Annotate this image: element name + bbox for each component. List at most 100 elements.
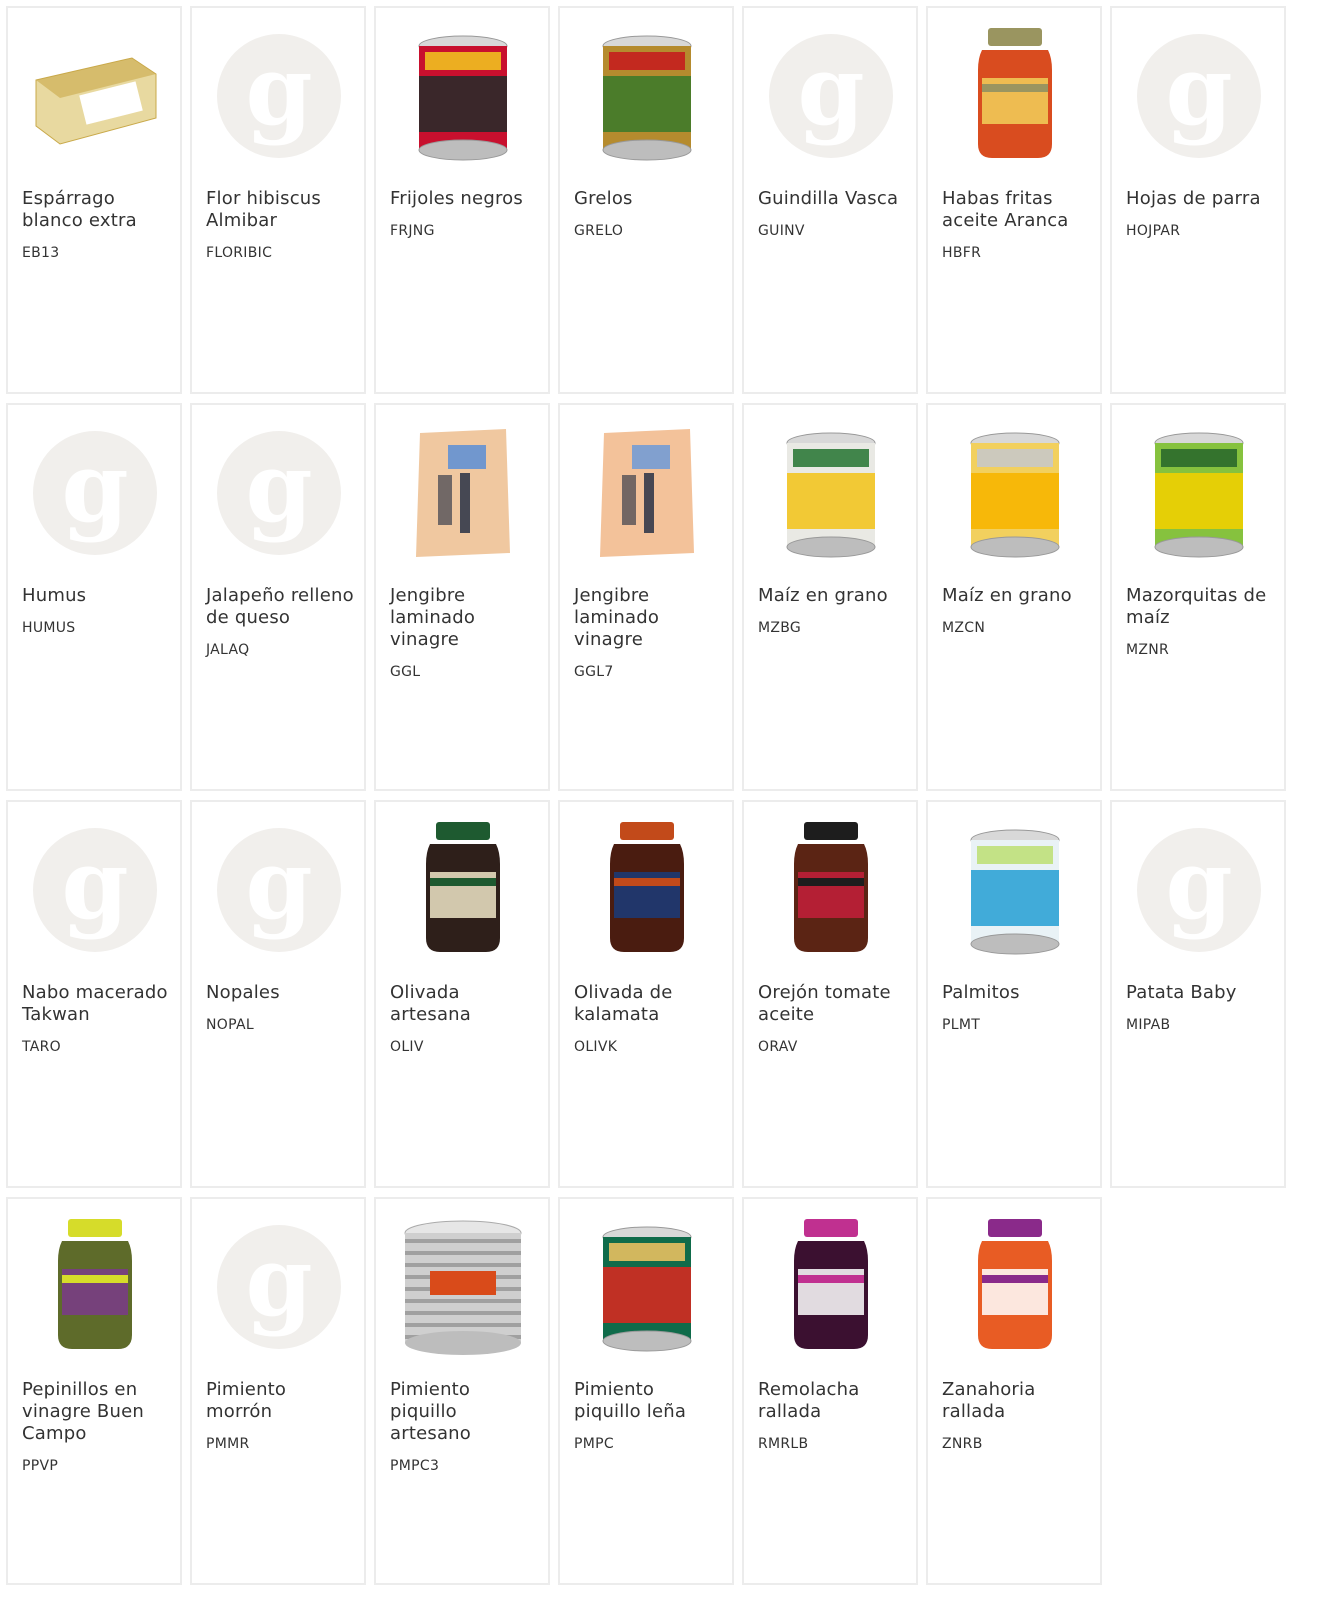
product-card-mznr[interactable]: Mazorquitas de maíz MZNR [1110,403,1286,791]
product-card-ggl[interactable]: Jengibre laminado vinagre GGL [374,403,550,791]
product-name[interactable]: Grelos GRELO [574,188,724,242]
product-name[interactable]: Maíz en grano MZBG [758,585,908,639]
product-card-pmpc3[interactable]: Pimiento piquillo artesano PMPC3 [374,1197,550,1585]
product-name-text[interactable]: Patata Baby [1126,982,1237,1003]
product-name[interactable]: Pimiento piquillo leña PMPC [574,1379,724,1455]
product-image[interactable]: g [206,415,352,570]
product-image[interactable] [1126,415,1272,570]
product-card-plmt[interactable]: Palmitos PLMT [926,800,1102,1188]
product-card-jalaq[interactable]: g Jalapeño relleno de queso JALAQ [190,403,366,791]
product-image[interactable] [574,1209,720,1364]
product-name[interactable]: Hojas de parra HOJPAR [1126,188,1276,242]
product-card-taro[interactable]: g Nabo macerado Takwan TARO [6,800,182,1188]
product-card-ggl7[interactable]: Jengibre laminado vinagre GGL7 [558,403,734,791]
product-image[interactable]: g [22,415,168,570]
product-name-text[interactable]: Jalapeño relleno de queso [206,585,354,628]
product-card-orav[interactable]: Orejón tomate aceite ORAV [742,800,918,1188]
product-image[interactable]: g [758,18,904,173]
product-name-text[interactable]: Humus [22,585,86,606]
product-name[interactable]: Orejón tomate aceite ORAV [758,982,908,1058]
product-image[interactable] [390,18,536,173]
product-name[interactable]: Frijoles negros FRJNG [390,188,540,242]
product-name[interactable]: Remolacha rallada RMRLB [758,1379,908,1455]
product-name-text[interactable]: Olivada de kalamata [574,982,673,1025]
product-card-ppvp[interactable]: Pepinillos en vinagre Buen Campo PPVP [6,1197,182,1585]
product-card-mipab[interactable]: g Patata Baby MIPAB [1110,800,1286,1188]
product-name-text[interactable]: Pepinillos en vinagre Buen Campo [22,1379,144,1444]
product-name[interactable]: Zanahoria rallada ZNRB [942,1379,1092,1455]
product-card-olivk[interactable]: Olivada de kalamata OLIVK [558,800,734,1188]
product-image[interactable]: g [206,1209,352,1364]
product-name-text[interactable]: Jengibre laminado vinagre [574,585,659,650]
product-card-oliv[interactable]: Olivada artesana OLIV [374,800,550,1188]
product-name[interactable]: Espárrago blanco extra EB13 [22,188,172,264]
product-name[interactable]: Jalapeño relleno de queso JALAQ [206,585,356,661]
product-card-frjng[interactable]: Frijoles negros FRJNG [374,6,550,394]
product-name-text[interactable]: Pimiento piquillo leña [574,1379,686,1422]
product-name-text[interactable]: Remolacha rallada [758,1379,860,1422]
product-card-mzbg[interactable]: Maíz en grano MZBG [742,403,918,791]
product-name-text[interactable]: Jengibre laminado vinagre [390,585,475,650]
product-name-text[interactable]: Espárrago blanco extra [22,188,137,231]
product-image[interactable] [942,1209,1088,1364]
product-image[interactable]: g [1126,812,1272,967]
product-name-text[interactable]: Guindilla Vasca [758,188,898,209]
product-card-rmrlb[interactable]: Remolacha rallada RMRLB [742,1197,918,1585]
product-image[interactable]: g [206,18,352,173]
product-name-text[interactable]: Maíz en grano [942,585,1072,606]
product-name[interactable]: Jengibre laminado vinagre GGL [390,585,540,683]
product-name[interactable]: Flor hibiscus Almibar FLORIBIC [206,188,356,264]
product-name-text[interactable]: Pimiento piquillo artesano [390,1379,471,1444]
product-image[interactable]: g [22,812,168,967]
product-name-text[interactable]: Habas fritas aceite Aranca [942,188,1069,231]
product-card-floribic[interactable]: g Flor hibiscus Almibar FLORIBIC [190,6,366,394]
product-image[interactable] [22,18,168,173]
product-name-text[interactable]: Grelos [574,188,633,209]
product-name-text[interactable]: Orejón tomate aceite [758,982,891,1025]
product-name[interactable]: Humus HUMUS [22,585,172,639]
product-image[interactable] [574,812,720,967]
product-name-text[interactable]: Palmitos [942,982,1020,1003]
product-card-mzcn[interactable]: Maíz en grano MZCN [926,403,1102,791]
product-name-text[interactable]: Nopales [206,982,280,1003]
product-image[interactable] [758,415,904,570]
product-card-humus[interactable]: g Humus HUMUS [6,403,182,791]
product-image[interactable]: g [206,812,352,967]
product-image[interactable] [942,415,1088,570]
product-name[interactable]: Guindilla Vasca GUINV [758,188,908,242]
product-image[interactable] [574,18,720,173]
product-name[interactable]: Pepinillos en vinagre Buen Campo PPVP [22,1379,172,1477]
product-card-pmpc[interactable]: Pimiento piquillo leña PMPC [558,1197,734,1585]
product-name[interactable]: Nopales NOPAL [206,982,356,1036]
product-name[interactable]: Maíz en grano MZCN [942,585,1092,639]
product-name[interactable]: Palmitos PLMT [942,982,1092,1036]
product-name[interactable]: Habas fritas aceite Aranca HBFR [942,188,1092,264]
product-name-text[interactable]: Maíz en grano [758,585,888,606]
product-name[interactable]: Patata Baby MIPAB [1126,982,1276,1036]
product-card-eb13[interactable]: Espárrago blanco extra EB13 [6,6,182,394]
product-image[interactable]: g [1126,18,1272,173]
product-image[interactable] [942,18,1088,173]
product-name[interactable]: Mazorquitas de maíz MZNR [1126,585,1276,661]
product-card-grelo[interactable]: Grelos GRELO [558,6,734,394]
product-image[interactable] [390,1209,536,1364]
product-name[interactable]: Pimiento morrón PMMR [206,1379,356,1455]
product-name-text[interactable]: Hojas de parra [1126,188,1261,209]
product-image[interactable] [758,1209,904,1364]
product-image[interactable] [942,812,1088,967]
product-name-text[interactable]: Mazorquitas de maíz [1126,585,1266,628]
product-card-pmmr[interactable]: g Pimiento morrón PMMR [190,1197,366,1585]
product-card-nopal[interactable]: g Nopales NOPAL [190,800,366,1188]
product-name-text[interactable]: Flor hibiscus Almibar [206,188,321,231]
product-name-text[interactable]: Pimiento morrón [206,1379,286,1422]
product-name-text[interactable]: Zanahoria rallada [942,1379,1035,1422]
product-name-text[interactable]: Olivada artesana [390,982,471,1025]
product-image[interactable] [22,1209,168,1364]
product-card-guinv[interactable]: g Guindilla Vasca GUINV [742,6,918,394]
product-card-hojpar[interactable]: g Hojas de parra HOJPAR [1110,6,1286,394]
product-name[interactable]: Pimiento piquillo artesano PMPC3 [390,1379,540,1477]
product-name-text[interactable]: Nabo macerado Takwan [22,982,168,1025]
product-image[interactable] [390,812,536,967]
product-name[interactable]: Olivada de kalamata OLIVK [574,982,724,1058]
product-card-znrb[interactable]: Zanahoria rallada ZNRB [926,1197,1102,1585]
